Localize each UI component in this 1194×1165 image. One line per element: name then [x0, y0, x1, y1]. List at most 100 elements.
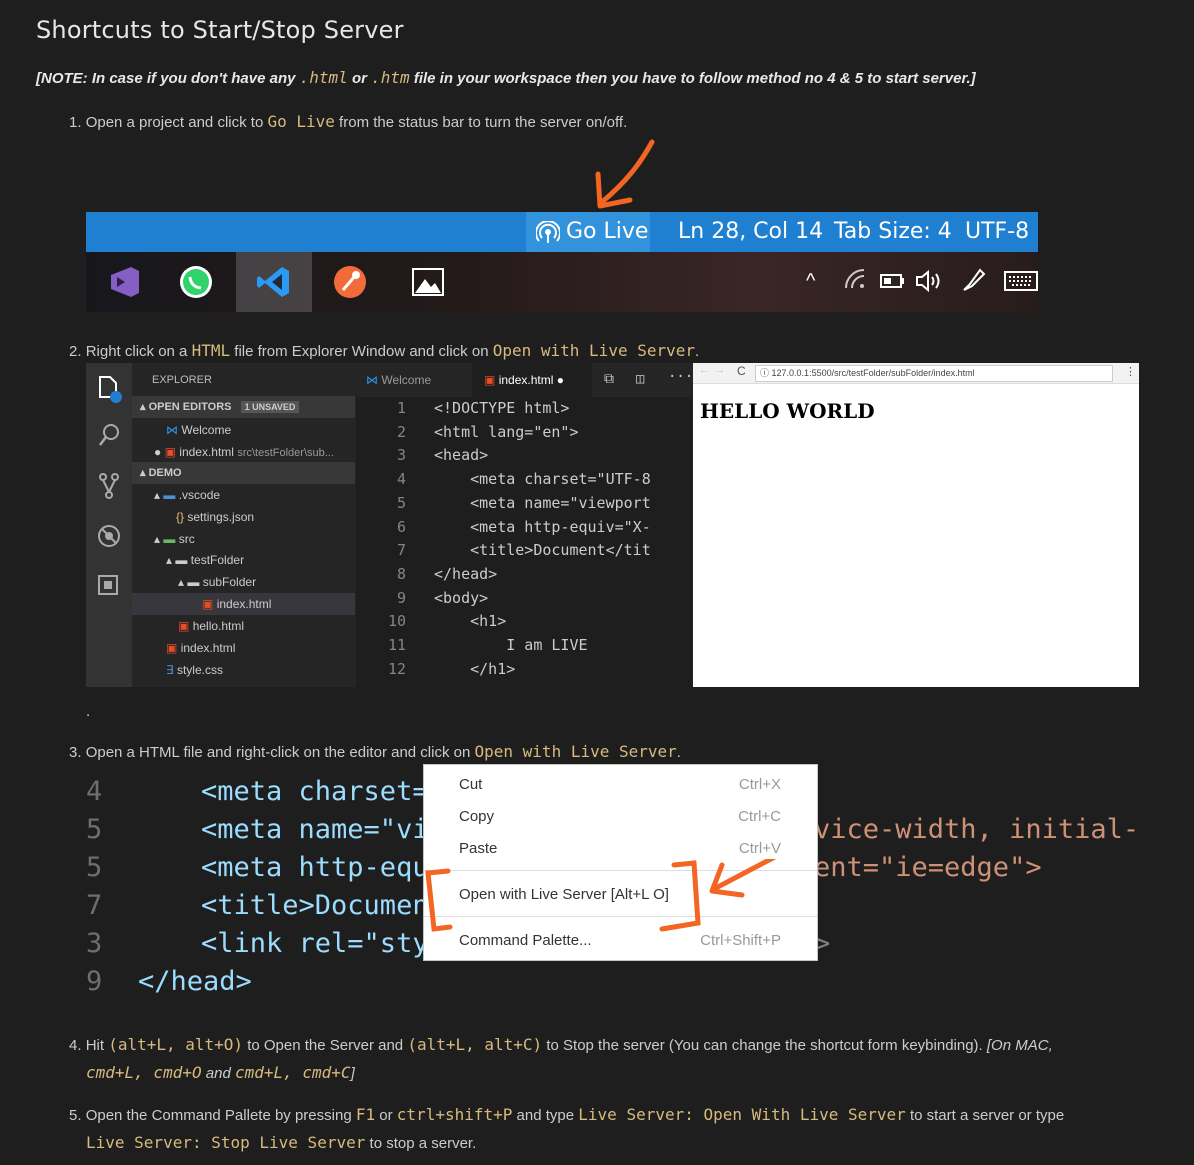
line-number: 1 [396, 399, 406, 417]
tree-item-hello[interactable]: ▣ hello.html [178, 615, 244, 637]
open-editor-index[interactable]: ● ▣ index.html src\testFolder\sub... [154, 441, 334, 463]
step-number: 3. [69, 744, 82, 761]
step-number: 2. [69, 343, 82, 360]
line-number: 8 [396, 564, 406, 583]
wifi-icon[interactable] [842, 266, 868, 292]
address-bar[interactable]: ⓘ 127.0.0.1:5500/src/testFolder/subFolde… [755, 365, 1113, 382]
step-text: Hit [85, 1037, 109, 1054]
tree-item-vscode[interactable]: ▴ ▬ .vscode [154, 484, 220, 506]
reload-icon[interactable]: C [737, 364, 746, 378]
file-label: style.css [176, 663, 223, 677]
unsaved-badge: 1 UNSAVED [240, 401, 300, 413]
css-file-icon: ∃ [166, 663, 174, 677]
html-file-icon: ▣ [178, 619, 190, 633]
folder-icon: ▬ [175, 553, 188, 567]
tab-welcome[interactable]: ⋈ Welcome [356, 363, 472, 397]
shortcut-open-code: (alt+L, alt+O) [108, 1035, 244, 1054]
code-line: <meta charset="UTF-8 [434, 470, 651, 489]
file-label: .vscode [178, 488, 221, 502]
open-editors-label: OPEN EDITORS [148, 401, 232, 413]
tab-label: Welcome [381, 373, 432, 387]
vscode-icon[interactable] [236, 252, 312, 312]
unsaved-dot-icon: ● [556, 373, 564, 387]
menu-item-copy[interactable]: Copy Ctrl+C [424, 803, 817, 831]
line-number: 5 [396, 493, 406, 512]
source-control-icon[interactable] [96, 471, 124, 501]
step-text: Open the Command Pallete by pressing [85, 1107, 356, 1124]
line-number: 4 [86, 776, 103, 807]
note-text-pre: [NOTE: In case if you don't have any [36, 70, 300, 87]
vscode-icon: ⋈ [166, 423, 178, 437]
mac-stop-code: cmd+L, cmd+C [234, 1063, 351, 1082]
tab-index-html[interactable]: ▣ index.html ● [472, 363, 592, 397]
code-line: <h1> [434, 612, 507, 631]
html-file-icon: ▣ [164, 445, 176, 459]
demo-folder-header[interactable]: ▴ DEMO [132, 462, 355, 484]
tree-item-src[interactable]: ▴ ▬ src [154, 528, 195, 550]
mac-open-code: cmd+L, cmd+O [86, 1063, 202, 1082]
battery-icon[interactable] [880, 272, 906, 290]
encoding[interactable]: UTF-8 [965, 212, 1029, 252]
go-live-button[interactable]: Go Live [526, 212, 650, 252]
step-1: 1. Open a project and click to Go Live f… [69, 108, 627, 136]
photos-icon[interactable] [390, 252, 466, 312]
page-title: Shortcuts to Start/Stop Server [36, 16, 404, 44]
taskbar: ^ [86, 252, 1038, 312]
code-line: <title>Documen [201, 890, 429, 921]
open-editors-header[interactable]: ▴ OPEN EDITORS 1 UNSAVED [132, 396, 355, 418]
code-line: <html lang="en"> [434, 422, 579, 441]
html-code: HTML [191, 341, 231, 360]
volume-icon[interactable] [914, 268, 946, 294]
tree-item-index-root[interactable]: ▣ index.html [166, 637, 235, 659]
extensions-icon[interactable] [96, 571, 124, 599]
folder-icon: ▬ [163, 488, 176, 502]
keyboard-icon[interactable] [1004, 270, 1038, 292]
browser-toolbar: ← → C ⓘ 127.0.0.1:5500/src/testFolder/su… [693, 363, 1139, 384]
file-label: settings.json [187, 510, 255, 524]
search-icon[interactable] [96, 421, 124, 449]
note-text-mid: or [347, 70, 372, 87]
open-preview-icon[interactable]: ⧉ [604, 371, 614, 387]
menu-icon[interactable]: ⋮ [1125, 365, 1136, 378]
menu-item-cut[interactable]: Cut Ctrl+X [424, 771, 817, 799]
file-path: src\testFolder\sub... [237, 447, 334, 459]
menu-label: Copy [459, 808, 495, 825]
tree-item-testfolder[interactable]: ▴ ▬ testFolder [166, 549, 244, 571]
code-line: <head> [434, 446, 489, 465]
note: [NOTE: In case if you don't have any .ht… [36, 68, 976, 87]
file-label: index.html [179, 445, 234, 459]
back-icon[interactable]: ← [699, 365, 709, 376]
files-icon[interactable] [96, 373, 124, 403]
chevron-up-icon[interactable]: ^ [806, 270, 815, 293]
visual-studio-icon[interactable] [86, 252, 162, 312]
tree-item-style[interactable]: ∃ style.css [166, 659, 223, 681]
code-line: </h1> [434, 659, 516, 678]
mac-note: [On MAC, [986, 1037, 1053, 1054]
tree-item-subfolder[interactable]: ▴ ▬ subFolder [178, 571, 256, 593]
open-editor-welcome[interactable]: ⋈ Welcome [166, 419, 231, 441]
cursor-position[interactable]: Ln 28, Col 14 [678, 212, 823, 252]
tab-size[interactable]: Tab Size: 4 [834, 212, 952, 252]
go-live-code: Go Live [267, 112, 335, 131]
line-number: 9 [86, 966, 103, 997]
tree-item-settings[interactable]: {} settings.json [176, 506, 254, 528]
split-editor-icon[interactable]: ◫ [636, 371, 644, 387]
code-editor[interactable]: ⋈ Welcome ▣ index.html ● ⧉ ◫ ··· 1 <!DOCT… [356, 363, 693, 687]
open-with-live-server-code: Open with Live Server [492, 341, 696, 360]
forward-icon[interactable]: → [715, 365, 725, 376]
line-number: 6 [396, 517, 406, 536]
pen-icon[interactable] [960, 266, 988, 294]
line-number: 11 [387, 636, 406, 654]
whatsapp-icon[interactable] [158, 252, 234, 312]
debug-icon[interactable] [96, 523, 124, 551]
more-actions-icon[interactable]: ··· [668, 369, 693, 385]
line-number: 9 [396, 588, 406, 607]
postman-icon[interactable] [312, 252, 388, 312]
tree-item-index-sub[interactable]: ▣ index.html [132, 593, 355, 615]
separator-dot: . [86, 703, 91, 720]
broadcast-icon [536, 221, 560, 243]
step-text: . [676, 744, 681, 761]
code-line: <title>Document</tit [434, 541, 651, 560]
step-text: Right click on a [85, 343, 192, 360]
note-code-html: .html [299, 68, 348, 87]
